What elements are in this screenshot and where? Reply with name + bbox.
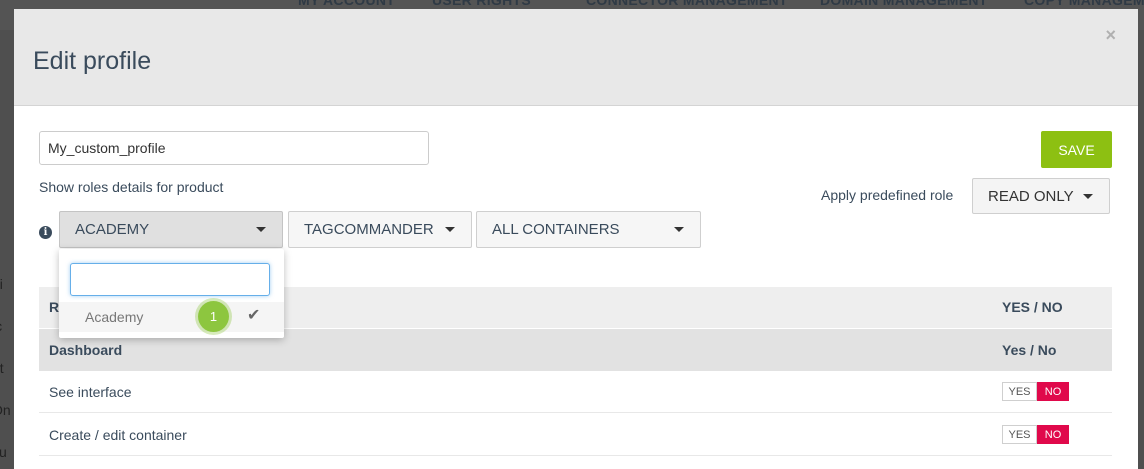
dropdown-search-input[interactable] xyxy=(70,263,270,296)
yes-no-toggle[interactable]: YES NO xyxy=(1002,425,1069,444)
caret-down-icon xyxy=(674,227,684,232)
profile-name-input[interactable] xyxy=(39,131,429,165)
yes-no-toggle[interactable]: YES NO xyxy=(1002,382,1069,401)
modal-title: Edit profile xyxy=(33,47,152,75)
nav-domain-management[interactable]: DOMAIN MANAGEMENT xyxy=(820,0,988,8)
nav-user-rights[interactable]: USER RIGHTS xyxy=(432,0,531,8)
site-select-value: TAGCOMMANDER xyxy=(304,221,434,238)
container-select[interactable]: ALL CONTAINERS xyxy=(476,211,701,248)
yes-option[interactable]: YES xyxy=(1002,382,1037,401)
nav-connector-management[interactable]: CONNECTOR MANAGEMENT xyxy=(586,0,788,8)
check-icon: ✔ xyxy=(247,307,261,324)
predefined-role-select[interactable]: READ ONLY xyxy=(972,178,1110,214)
site-select[interactable]: TAGCOMMANDER xyxy=(288,211,472,248)
caret-down-icon xyxy=(445,227,455,232)
header-yes-no-label: YES / NO xyxy=(1002,299,1063,315)
product-dropdown-menu: Academy ✔ xyxy=(59,249,284,338)
header-role-label: R xyxy=(49,299,60,315)
no-option[interactable]: NO xyxy=(1037,425,1069,444)
yes-option[interactable]: YES xyxy=(1002,425,1037,444)
info-icon: i xyxy=(39,226,52,239)
nav-copy-management[interactable]: COPY MANAGEM xyxy=(1024,0,1144,8)
background-page-fragment: ni ic et On cu xyxy=(0,276,11,457)
option-label: Academy xyxy=(85,309,144,325)
caret-down-icon xyxy=(1083,194,1093,199)
edit-profile-modal: Edit profile × SAVE Show roles details f… xyxy=(14,9,1138,469)
dropdown-option-academy[interactable]: Academy ✔ xyxy=(59,302,284,332)
save-button[interactable]: SAVE xyxy=(1041,131,1112,168)
container-select-value: ALL CONTAINERS xyxy=(492,221,620,238)
roles-details-label: Show roles details for product xyxy=(39,179,224,195)
predefined-role-value: READ ONLY xyxy=(988,187,1074,205)
step-badge: 1 xyxy=(198,301,229,332)
nav-my-account[interactable]: MY ACCOUNT xyxy=(298,0,395,8)
permission-row-create-edit-container: Create / edit container YES NO xyxy=(39,414,1112,456)
permission-label: Create / edit container xyxy=(49,427,187,443)
section-yes-no-label: Yes / No xyxy=(1002,342,1057,358)
no-option[interactable]: NO xyxy=(1037,382,1069,401)
permission-row-see-interface: See interface YES NO xyxy=(39,371,1112,413)
caret-down-icon xyxy=(256,227,266,232)
product-select[interactable]: ACADEMY xyxy=(59,211,283,248)
permission-label: See interface xyxy=(49,384,132,400)
close-icon[interactable]: × xyxy=(1105,25,1116,46)
product-select-value: ACADEMY xyxy=(75,221,150,238)
apply-predefined-role-label: Apply predefined role xyxy=(821,187,954,203)
modal-header: Edit profile × xyxy=(14,9,1138,106)
